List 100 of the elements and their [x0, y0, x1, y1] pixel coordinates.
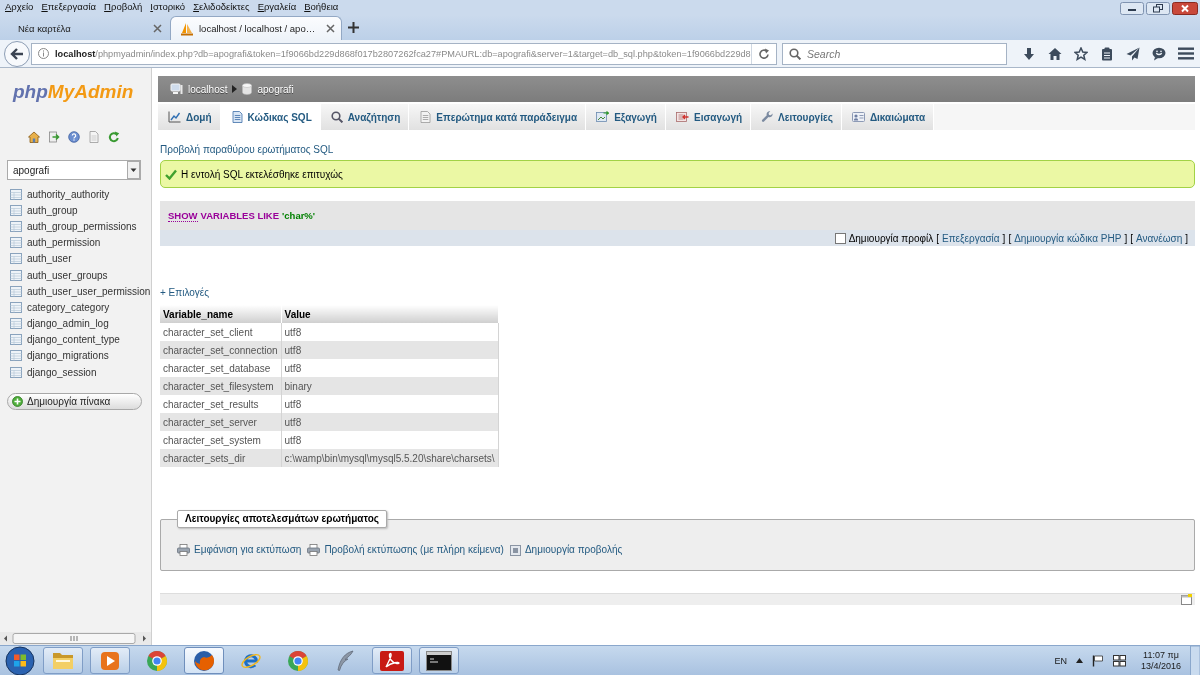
tab[interactable]: Δικαιώματα	[841, 104, 935, 130]
table-link[interactable]: auth_user_user_permission	[0, 283, 151, 300]
operation-link[interactable]: Προβολή εκτύπωσης (με πλήρη κείμενα)	[307, 544, 504, 556]
menu-icon[interactable]	[1178, 47, 1194, 60]
checkbox[interactable]	[834, 232, 846, 244]
horizontal-scrollbar[interactable]	[0, 632, 151, 645]
taskbar-button[interactable]	[184, 647, 224, 674]
close-icon[interactable]	[326, 24, 335, 33]
browser-tab[interactable]: localhost / localhost / apo…	[170, 16, 342, 40]
clipboard-icon[interactable]	[1100, 46, 1114, 61]
terminal-icon	[426, 650, 452, 671]
table-icon	[10, 285, 22, 297]
star-icon[interactable]	[1074, 46, 1088, 61]
tab[interactable]: Κώδικας SQL	[220, 104, 321, 130]
new-tab-icon[interactable]	[348, 22, 359, 33]
table-link[interactable]: auth_user	[0, 250, 72, 267]
options-link[interactable]: + Επιλογές	[160, 287, 210, 299]
menu-item[interactable]: Βοήθεια	[304, 1, 339, 13]
bracket-text: ]	[1002, 232, 1006, 244]
menu-item[interactable]: Αρχείο	[5, 1, 34, 13]
sql-action-link[interactable]: Επεξεργασία	[942, 232, 1000, 244]
home-icon[interactable]	[1048, 46, 1062, 61]
table-cell: character_set_filesystem	[160, 377, 282, 395]
start-orb-icon[interactable]	[5, 645, 35, 675]
grid-icon[interactable]	[1112, 654, 1126, 667]
breadcrumb-link[interactable]: apografi	[257, 83, 294, 95]
menu-item[interactable]: Εργαλεία	[257, 1, 297, 13]
clock-time[interactable]: 11:07 πμ	[1143, 649, 1179, 661]
table-link[interactable]: django_session	[0, 364, 97, 381]
flag-icon[interactable]	[1091, 654, 1104, 667]
message-text: Η εντολή SQL εκτελέσθηκε επιτυχώς	[181, 168, 343, 180]
tab[interactable]: Αναζήτηση	[320, 104, 410, 130]
table-link[interactable]: auth_user_groups	[0, 266, 108, 284]
menu-item[interactable]: Σελιδοδείκτες	[193, 1, 250, 13]
address-field[interactable]: localhost/phpmyadmin/index.php?db=apografi&token=1f9066bd229d868f017b2807262fca27#PMAURL:db=apografi&server=1&target=db_sql.php&token=1f9066bd229d8	[31, 42, 777, 65]
restore-icon[interactable]	[1146, 2, 1170, 15]
home-icon[interactable]	[28, 131, 40, 143]
exit-icon[interactable]	[48, 131, 60, 143]
menu-item[interactable]: Προβολή	[104, 1, 143, 13]
clock-date[interactable]: 13/4/2016	[1140, 660, 1181, 672]
tab[interactable]: Εισαγωγή	[665, 104, 752, 130]
bracket-text: [	[1008, 232, 1012, 244]
browser-tab[interactable]: Νέα καρτέλα	[0, 16, 170, 40]
chat-icon[interactable]	[1152, 46, 1166, 61]
breadcrumb-link[interactable]: localhost	[188, 83, 228, 95]
tab[interactable]: Λειτουργίες	[751, 104, 842, 130]
table-icon	[10, 204, 22, 216]
sql-action-link[interactable]: Ανανέωση	[1135, 232, 1183, 244]
up-triangle-icon[interactable]	[1075, 658, 1083, 663]
download-icon[interactable]	[1022, 46, 1036, 61]
sql-keyword-link[interactable]: SHOW	[168, 209, 198, 222]
table-link[interactable]: django_migrations	[0, 347, 109, 365]
table-link[interactable]: auth_group	[0, 202, 78, 219]
tab[interactable]: Επερώτημα κατά παράδειγμα	[409, 104, 587, 130]
create-table-button[interactable]: Δημιουργία πίνακα	[7, 393, 142, 411]
table-cell: character_set_client	[160, 323, 282, 341]
table-link[interactable]: category_category	[0, 299, 110, 316]
reload-icon[interactable]	[108, 131, 120, 143]
table-cell: binary	[281, 377, 499, 395]
chart-icon	[168, 111, 181, 123]
table-link[interactable]: authority_authority	[0, 186, 110, 203]
close-icon[interactable]	[1172, 2, 1198, 15]
sql-action-link[interactable]: Δημιουργία κώδικα PHP	[1014, 232, 1122, 244]
window-icon[interactable]	[1181, 594, 1192, 605]
help-icon[interactable]	[68, 131, 80, 143]
table-cell: utf8	[281, 431, 499, 449]
logo-text[interactable]: phpMyAdmin	[13, 81, 134, 103]
close-icon[interactable]	[153, 23, 162, 33]
operation-link[interactable]: Εμφάνιση για εκτύπωση	[177, 544, 302, 556]
server-icon	[170, 83, 183, 95]
breadcrumb-arrow-icon	[232, 85, 238, 93]
image-icon	[596, 111, 610, 123]
language-indicator[interactable]: EN	[1054, 655, 1067, 666]
menu-item[interactable]: Επεξεργασία	[41, 1, 97, 13]
column-header[interactable]: Variable_name	[160, 305, 282, 323]
table-link[interactable]: django_admin_log	[0, 315, 109, 332]
table-icon	[10, 318, 22, 330]
reload-icon[interactable]	[758, 47, 770, 60]
table-link[interactable]: auth_group_permissions	[0, 218, 137, 235]
user-card-icon	[851, 112, 865, 122]
info-icon[interactable]	[38, 48, 49, 59]
tab[interactable]: Δομή	[158, 104, 221, 130]
minimize-icon[interactable]	[1120, 2, 1144, 15]
menu-item[interactable]: Ιστορικό	[150, 1, 186, 13]
table-cell: c:\wamp\bin\mysql\mysql5.5.20\share\charsets\	[281, 449, 499, 467]
url-text: localhost/phpmyadmin/index.php?db=apografi&token=1f9066bd229d868f017b2807262fca27#PMAURL:db=apografi&server=1&target=db_sql.php&token=1f9066bd229d8	[55, 48, 751, 59]
search-field[interactable]: Search	[782, 42, 1007, 65]
database-select[interactable]: apografi	[7, 160, 141, 180]
tab[interactable]: Εξαγωγή	[586, 104, 666, 130]
table-link[interactable]: django_content_type	[0, 331, 120, 348]
back-icon[interactable]	[4, 40, 30, 67]
query-window-link[interactable]: Προβολή παραθύρου ερωτήματος SQL	[160, 144, 334, 156]
column-header[interactable]: Value	[281, 305, 499, 323]
table-link[interactable]: auth_permission	[0, 234, 101, 251]
paper-plane-icon[interactable]	[1126, 46, 1140, 61]
search-icon	[789, 47, 801, 60]
printer-icon	[177, 544, 190, 556]
taskbar-button[interactable]	[419, 647, 459, 674]
sql-keyword-text: VARIABLES LIKE	[200, 210, 280, 221]
operation-link[interactable]: Δημιουργία προβολής	[509, 544, 623, 556]
